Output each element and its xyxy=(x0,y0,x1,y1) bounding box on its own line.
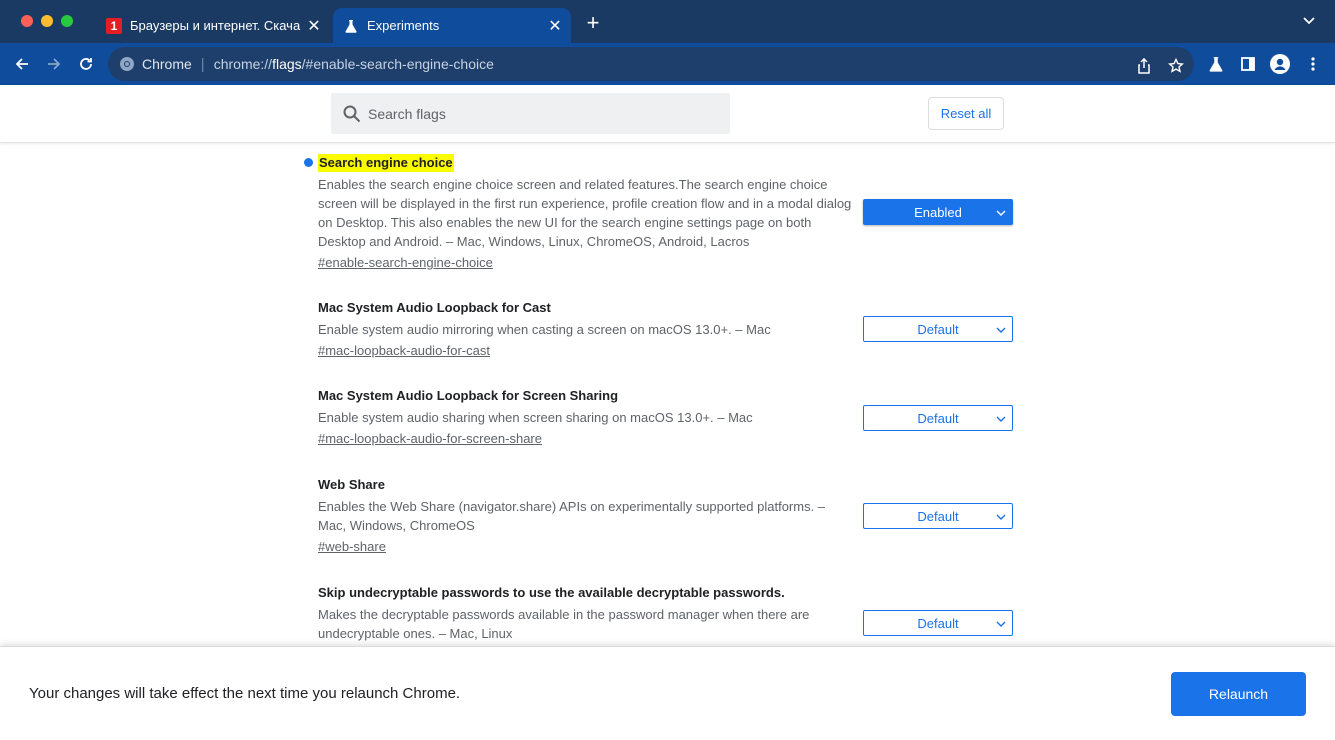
select-value: Enabled xyxy=(914,204,962,220)
tab-title: Браузеры и интернет. Скача xyxy=(130,18,301,33)
flag-anchor-link[interactable]: #web-share xyxy=(318,537,386,556)
flag-state-select[interactable]: Default xyxy=(863,610,1013,636)
chevron-down-icon xyxy=(996,514,1006,520)
tab-close-icon[interactable]: ✕ xyxy=(545,16,565,36)
tab-search-chevron-icon[interactable] xyxy=(1303,12,1315,28)
new-tab-button[interactable]: + xyxy=(582,12,604,34)
tab-strip: 1 Браузеры и интернет. Скача ✕ Experimen… xyxy=(0,0,1335,43)
tab-title: Experiments xyxy=(367,18,440,33)
flags-list: Search engine choice Enables the search … xyxy=(0,143,1335,646)
more-menu-icon[interactable] xyxy=(1301,52,1325,76)
flag-anchor-link[interactable]: #mac-loopback-audio-for-cast xyxy=(318,341,490,360)
modified-indicator-dot xyxy=(304,158,313,167)
flag-title: Mac System Audio Loopback for Screen Sha… xyxy=(318,388,619,403)
url-text[interactable]: chrome://flags/#enable-search-engine-cho… xyxy=(214,56,494,72)
flag-anchor-link[interactable]: #mac-loopback-audio-for-screen-share xyxy=(318,429,542,448)
site-chip: Chrome xyxy=(142,56,192,72)
relaunch-footer: Your changes will take effect the next t… xyxy=(0,646,1335,740)
chevron-down-icon xyxy=(996,621,1006,627)
profile-avatar-icon[interactable] xyxy=(1268,52,1292,76)
window-close-button[interactable] xyxy=(21,15,33,27)
flag-anchor-link[interactable]: #enable-search-engine-choice xyxy=(318,253,493,272)
flag-description: Enables the search engine choice screen … xyxy=(318,177,852,249)
flag-state-select[interactable]: Default xyxy=(863,316,1013,342)
flag-title: Search engine choice xyxy=(318,154,454,172)
tab-active[interactable]: Experiments ✕ xyxy=(333,8,571,43)
select-value: Default xyxy=(917,508,959,524)
flags-header: Reset all xyxy=(0,85,1335,143)
browser-window: 1 Браузеры и интернет. Скача ✕ Experimen… xyxy=(0,0,1335,740)
flag-title: Web Share xyxy=(318,477,385,492)
reload-icon[interactable] xyxy=(74,52,98,76)
site-favicon-icon: 1 xyxy=(106,17,122,34)
tab-inactive[interactable]: 1 Браузеры и интернет. Скача ✕ xyxy=(96,8,330,43)
search-flags-input[interactable] xyxy=(368,105,708,122)
share-icon[interactable] xyxy=(1134,56,1154,76)
address-bar[interactable]: Chrome | chrome://flags/#enable-search-e… xyxy=(108,47,1194,81)
window-minimize-button[interactable] xyxy=(41,15,53,27)
flag-title: Skip undecryptable passwords to use the … xyxy=(318,585,785,600)
toolbar: Chrome | chrome://flags/#enable-search-e… xyxy=(0,43,1335,85)
tab-close-icon[interactable]: ✕ xyxy=(304,16,324,36)
chevron-down-icon xyxy=(996,416,1006,422)
flag-state-select[interactable]: Default xyxy=(863,405,1013,431)
search-icon xyxy=(343,105,361,122)
back-arrow-icon[interactable] xyxy=(10,52,34,76)
relaunch-message: Your changes will take effect the next t… xyxy=(29,685,461,702)
flag-description: Enable system audio mirroring when casti… xyxy=(318,322,771,337)
bookmark-star-icon[interactable] xyxy=(1166,56,1186,76)
chevron-down-icon xyxy=(996,327,1006,333)
omnibox-divider: | xyxy=(200,55,205,73)
relaunch-button[interactable]: Relaunch xyxy=(1171,672,1306,716)
forward-arrow-icon[interactable] xyxy=(42,52,66,76)
search-flags-box[interactable] xyxy=(331,93,730,134)
window-maximize-button[interactable] xyxy=(61,15,73,27)
select-value: Default xyxy=(917,321,959,337)
flag-description: Makes the decryptable passwords availabl… xyxy=(318,607,810,641)
chrome-logo-icon xyxy=(120,57,134,71)
flag-state-select[interactable]: Default xyxy=(863,503,1013,529)
flask-icon xyxy=(343,18,359,34)
reset-all-button[interactable]: Reset all xyxy=(928,97,1004,130)
chevron-down-icon xyxy=(996,210,1006,216)
select-value: Default xyxy=(917,410,959,426)
experiments-flask-icon[interactable] xyxy=(1204,52,1228,76)
flag-description: Enables the Web Share (navigator.share) … xyxy=(318,499,826,533)
flag-state-select[interactable]: Enabled xyxy=(863,199,1013,225)
select-value: Default xyxy=(917,615,959,631)
flag-description: Enable system audio sharing when screen … xyxy=(318,410,753,425)
flag-title: Mac System Audio Loopback for Cast xyxy=(318,300,551,315)
side-panel-icon[interactable] xyxy=(1236,52,1260,76)
